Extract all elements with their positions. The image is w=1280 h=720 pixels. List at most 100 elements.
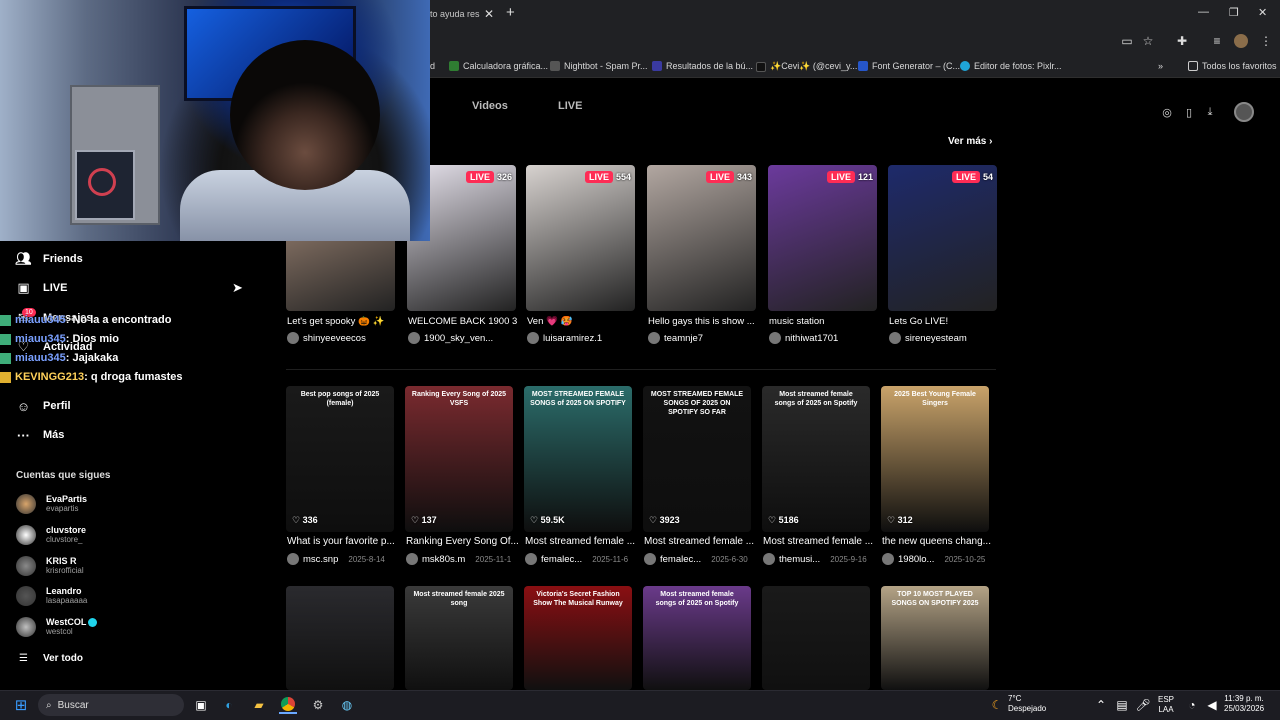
new-tab-icon[interactable]: + — [506, 4, 515, 21]
heart-icon: ♡ — [292, 515, 303, 525]
see-more-link[interactable]: Ver más › — [948, 136, 992, 147]
tray-chevron-icon[interactable]: ⌃ — [1092, 696, 1110, 714]
video-meta[interactable]: femalec... 2025-6-30 — [644, 553, 748, 565]
bookmark-star-icon[interactable]: ☆ — [1141, 34, 1155, 48]
tab-videos[interactable]: Videos — [472, 100, 508, 112]
live-title[interactable]: Ven 💗 🥵 — [527, 316, 639, 327]
live-author[interactable]: sireneyesteam — [889, 332, 967, 344]
download-icon[interactable]: ⤓ — [1203, 105, 1217, 119]
video-meta[interactable]: 1980lo... 2025-10-25 — [882, 553, 985, 565]
cast-icon[interactable]: ▭ — [1120, 34, 1134, 48]
author-name: shinyeeveecos — [303, 332, 366, 344]
live-title[interactable]: WELCOME BACK 1900 3 — [408, 316, 520, 327]
volume-icon[interactable]: ◀ — [1203, 696, 1221, 714]
weather-widget[interactable]: 7°C Despejado — [1008, 694, 1046, 714]
bookmark-item[interactable]: ✨Cevi✨ (@cevi_y... — [756, 61, 857, 72]
clock[interactable]: 11:39 p. m. 25/03/2026 — [1224, 694, 1264, 714]
close-window-icon[interactable]: ✕ — [1258, 6, 1267, 19]
windows-start-icon[interactable]: ⊞ — [12, 696, 30, 714]
bookmark-item[interactable]: Resultados de la bú... — [652, 61, 753, 71]
like-count: ♡ 3923 — [649, 515, 680, 526]
live-author[interactable]: luisaramirez.1 — [527, 332, 602, 344]
browser-profile-icon[interactable] — [1234, 34, 1248, 48]
all-bookmarks[interactable]: Todos los favoritos — [1188, 61, 1277, 71]
file-explorer-icon[interactable]: ▰ — [250, 696, 268, 714]
live-author[interactable]: nithiwat1701 — [769, 332, 838, 344]
sidebar-item-live[interactable]: ▣ LIVE — [16, 277, 67, 299]
microphone-icon[interactable]: 🎤︎ — [1134, 696, 1152, 714]
live-author[interactable]: teamnje7 — [648, 332, 703, 344]
video-card[interactable]: 2025 Best Young Female Singers ♡ 312 — [881, 386, 989, 532]
video-meta[interactable]: themusi... 2025-9-16 — [763, 553, 867, 565]
video-card[interactable] — [762, 586, 870, 690]
media-icon[interactable]: ≡ — [1210, 34, 1224, 48]
video-meta[interactable]: femalec... 2025-11-6 — [525, 553, 628, 565]
app-icon[interactable]: ⚙ — [309, 696, 327, 714]
live-author[interactable]: 1900_sky_ven... — [408, 332, 493, 344]
live-title[interactable]: Hello gays this is show ... — [648, 316, 760, 327]
video-card[interactable]: Most streamed female songs of 2025 on Sp… — [643, 586, 751, 690]
video-card[interactable]: Best pop songs of 2025 (female) ♡ 336 — [286, 386, 394, 532]
minimize-icon[interactable]: — — [1198, 6, 1209, 18]
following-item[interactable]: WestCOL westcol — [16, 614, 98, 640]
video-card[interactable] — [286, 586, 394, 690]
tab-live[interactable]: LIVE — [558, 100, 582, 112]
sidebar-item-more[interactable]: ··· Más — [16, 424, 64, 446]
live-title[interactable]: Let's get spooky 🎃 ✨ — [287, 316, 399, 327]
globe-app-icon[interactable]: ◍ — [338, 696, 356, 714]
chrome-icon[interactable] — [279, 696, 297, 714]
live-card[interactable]: LIVE 343 — [647, 165, 756, 311]
live-card[interactable]: LIVE 554 — [526, 165, 635, 311]
bookmark-item[interactable]: Editor de fotos: Pixlr... — [960, 61, 1062, 71]
sidebar-item-friends[interactable]: 👥︎ Friends — [15, 248, 82, 270]
sidebar-item-profile[interactable]: ☺ Perfil — [16, 395, 71, 417]
see-all-link[interactable]: ☰ Ver todo — [16, 647, 83, 669]
live-title[interactable]: music station — [769, 316, 881, 327]
video-title[interactable]: Most streamed female ... — [525, 536, 643, 547]
live-card[interactable]: LIVE 54 — [888, 165, 997, 311]
mobile-icon[interactable]: ▯ — [1182, 105, 1196, 119]
live-title[interactable]: Lets Go LIVE! — [889, 316, 1001, 327]
video-card[interactable]: Most streamed female songs of 2025 on Sp… — [762, 386, 870, 532]
video-title[interactable]: Ranking Every Song Of... — [406, 536, 524, 547]
author-name: themusi... — [779, 553, 821, 565]
task-view-icon[interactable]: ▣ — [192, 696, 210, 714]
video-card[interactable]: MOST STREAMED FEMALE SONGS OF 2025 ON SP… — [643, 386, 751, 532]
extensions-icon[interactable]: ✚ — [1175, 34, 1189, 48]
compass-icon[interactable]: ◎ — [1160, 105, 1174, 119]
browser-menu-icon[interactable]: ⋮ — [1259, 34, 1273, 48]
restore-icon[interactable]: ❐ — [1229, 6, 1239, 19]
bookmark-item[interactable]: Nightbot - Spam Pr... — [550, 61, 648, 71]
video-card[interactable]: Victoria's Secret Fashion Show The Music… — [524, 586, 632, 690]
language-indicator[interactable]: ESP LAA — [1158, 695, 1174, 715]
video-title[interactable]: Most streamed female ... — [644, 536, 762, 547]
avatar[interactable] — [1234, 102, 1254, 122]
following-item[interactable]: Leandro lasapaaaaa — [16, 583, 87, 609]
video-title[interactable]: What is your favorite p... — [287, 536, 405, 547]
following-item[interactable]: cluvstore cluvstore_ — [16, 522, 86, 548]
taskbar-search[interactable]: ⌕ Buscar — [38, 694, 184, 716]
following-item[interactable]: KRIS Rkrisrofficial — [16, 553, 84, 579]
live-badge: LIVE 326 — [465, 171, 512, 183]
tray-app-icon[interactable]: ▤ — [1113, 696, 1131, 714]
video-card[interactable]: Ranking Every Song of 2025 VSFS ♡ 137 — [405, 386, 513, 532]
bookmark-item[interactable]: d — [430, 61, 435, 71]
live-card[interactable]: LIVE 121 — [768, 165, 877, 311]
video-card[interactable]: MOST STREAMED FEMALE SONGS of 2025 ON SP… — [524, 386, 632, 532]
pixlr-icon — [960, 61, 970, 71]
bookmark-item[interactable]: Calculadora gráfica... — [449, 61, 548, 71]
bookmarks-overflow-icon[interactable]: » — [1158, 61, 1163, 71]
tab-close-icon[interactable]: ✕ — [484, 7, 494, 21]
video-card[interactable]: Most streamed female 2025 song — [405, 586, 513, 690]
live-label: LIVE — [951, 171, 980, 183]
video-meta[interactable]: msc.snp 2025-8-14 — [287, 553, 385, 565]
video-card[interactable]: TOP 10 MOST PLAYED SONGS ON SPOTIFY 2025 — [881, 586, 989, 690]
edge-icon[interactable]: ◐ — [220, 696, 238, 714]
video-title[interactable]: the new queens chang... — [882, 536, 1000, 547]
bookmark-item[interactable]: Font Generator – (C... — [858, 61, 960, 71]
wifi-icon[interactable]: ◔ — [1183, 696, 1201, 714]
video-title[interactable]: Most streamed female ... — [763, 536, 881, 547]
live-author[interactable]: shinyeeveecos — [287, 332, 366, 344]
following-item[interactable]: EvaPartis evapartis — [16, 491, 87, 517]
video-meta[interactable]: msk80s.m 2025-11-1 — [406, 553, 511, 565]
